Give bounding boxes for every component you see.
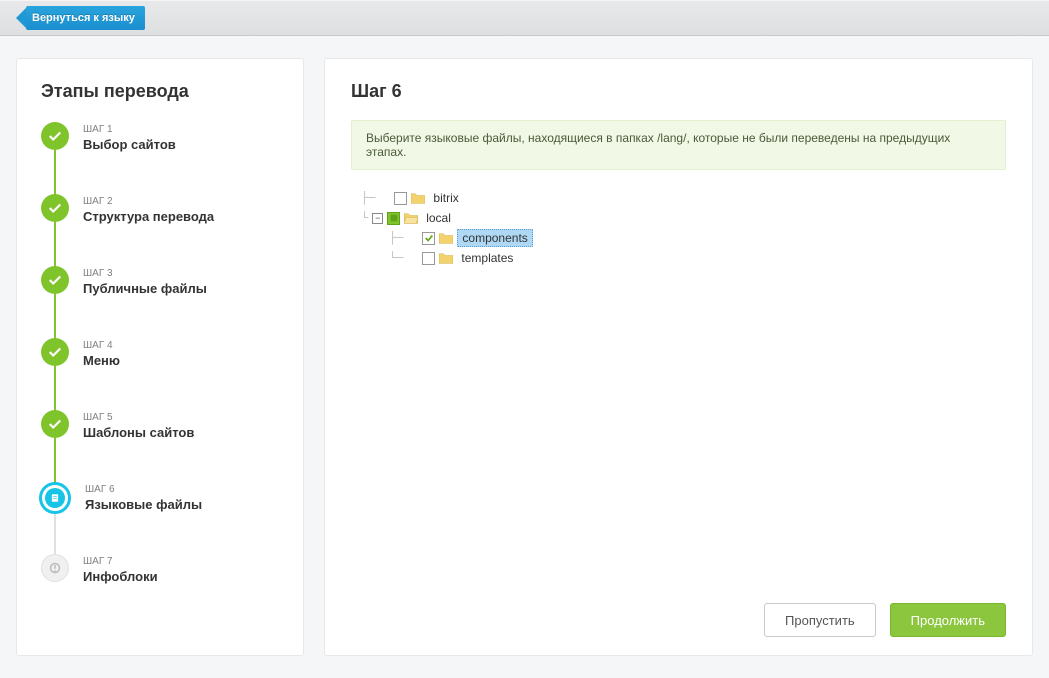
check-icon [41, 410, 69, 438]
topbar: Вернуться к языку [0, 0, 1049, 36]
step-label: ШАГ 2 [83, 196, 214, 207]
step-title: Меню [83, 353, 120, 368]
step-title: Структура перевода [83, 209, 214, 224]
tree-collapse-icon[interactable]: − [372, 213, 383, 224]
step-7-pending[interactable]: ШАГ 7 Инфоблоки [41, 554, 279, 594]
page-title: Шаг 6 [351, 81, 1006, 102]
tree-connector: ├─ [361, 191, 375, 205]
check-icon [41, 338, 69, 366]
step-label: ШАГ 4 [83, 340, 120, 351]
check-icon [41, 266, 69, 294]
step-label: ШАГ 5 [83, 412, 194, 423]
tree-node-bitrix[interactable]: ├─ bitrix [361, 188, 1006, 208]
tree-connector: ├─ [389, 231, 403, 245]
tree-node-label[interactable]: bitrix [429, 190, 462, 206]
tree-node-label[interactable]: templates [457, 250, 517, 266]
footer-actions: Пропустить Продолжить [351, 591, 1006, 637]
step-4[interactable]: ШАГ 4 Меню [41, 338, 279, 410]
sidebar: Этапы перевода ШАГ 1 Выбор сайтов ШАГ 2 [16, 58, 304, 656]
continue-button[interactable]: Продолжить [890, 603, 1006, 637]
step-3[interactable]: ШАГ 3 Публичные файлы [41, 266, 279, 338]
info-message: Выберите языковые файлы, находящиеся в п… [351, 120, 1006, 170]
step-label: ШАГ 3 [83, 268, 207, 279]
step-title: Выбор сайтов [83, 137, 176, 152]
tree-toggle [407, 233, 418, 244]
tree-checkbox[interactable] [394, 192, 407, 205]
steps-list: ШАГ 1 Выбор сайтов ШАГ 2 Структура перев… [41, 122, 279, 594]
current-step-icon [39, 482, 71, 514]
main-panel: Шаг 6 Выберите языковые файлы, находящие… [324, 58, 1033, 656]
tree-toggle [407, 253, 418, 264]
sidebar-title: Этапы перевода [41, 81, 279, 102]
step-2[interactable]: ШАГ 2 Структура перевода [41, 194, 279, 266]
tree-checkbox-checked[interactable] [422, 232, 435, 245]
step-6-current[interactable]: ШАГ 6 Языковые файлы [41, 482, 279, 554]
step-1[interactable]: ШАГ 1 Выбор сайтов [41, 122, 279, 194]
skip-button[interactable]: Пропустить [764, 603, 876, 637]
step-label: ШАГ 1 [83, 124, 176, 135]
tree-node-label-selected[interactable]: components [457, 229, 532, 247]
step-title: Инфоблоки [83, 569, 158, 584]
step-title: Языковые файлы [85, 497, 202, 512]
folder-icon [439, 252, 453, 264]
folder-icon [411, 192, 425, 204]
folder-icon [439, 232, 453, 244]
tree-node-templates[interactable]: └─ templates [361, 248, 1006, 268]
step-label: ШАГ 7 [83, 556, 158, 567]
tree-node-label[interactable]: local [422, 210, 455, 226]
check-icon [41, 122, 69, 150]
tree-toggle [379, 193, 390, 204]
tree-node-components[interactable]: ├─ components [361, 228, 1006, 248]
tree-connector: └ [361, 211, 368, 225]
tree-node-local[interactable]: └ − local [361, 208, 1006, 228]
step-title: Шаблоны сайтов [83, 425, 194, 440]
tree-connector: └─ [389, 251, 403, 265]
step-label: ШАГ 6 [85, 484, 202, 495]
step-title: Публичные файлы [83, 281, 207, 296]
check-icon [41, 194, 69, 222]
tree-checkbox-partial[interactable] [387, 212, 400, 225]
step-5[interactable]: ШАГ 5 Шаблоны сайтов [41, 410, 279, 482]
tree-checkbox[interactable] [422, 252, 435, 265]
pending-step-icon [41, 554, 69, 582]
back-button[interactable]: Вернуться к языку [26, 6, 145, 30]
folder-open-icon [404, 212, 418, 224]
file-tree: ├─ bitrix └ − local ├─ [351, 188, 1006, 591]
